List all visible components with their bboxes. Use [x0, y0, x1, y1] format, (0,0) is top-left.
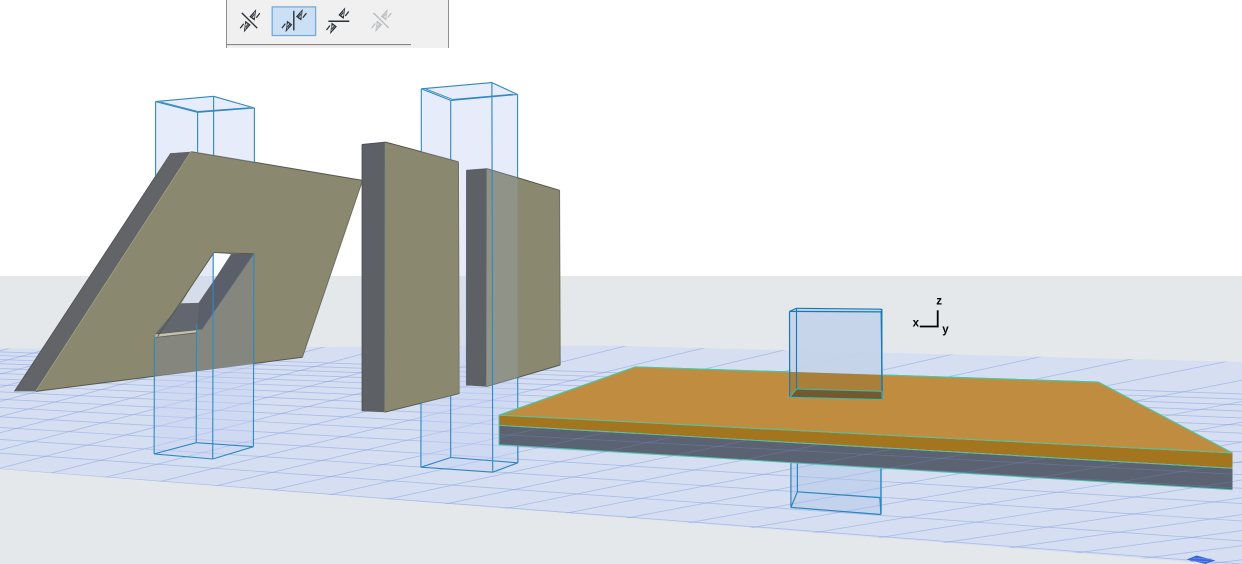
svg-text:y: y [942, 324, 949, 336]
svg-text:x: x [913, 317, 920, 329]
svg-text:z: z [936, 296, 942, 308]
